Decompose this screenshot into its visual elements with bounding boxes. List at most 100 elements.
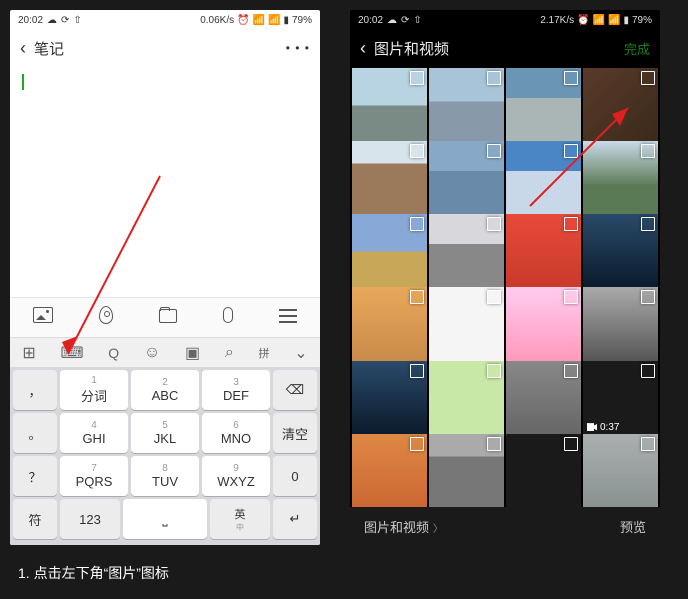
photo-thumb[interactable] [352,434,427,507]
photo-thumb[interactable] [583,214,658,289]
kb-emoji-icon[interactable]: ☺ [144,344,160,362]
select-checkbox[interactable] [487,437,501,451]
microphone-icon[interactable] [223,307,233,328]
key-6[interactable]: 6MNO [202,413,270,453]
select-checkbox[interactable] [564,144,578,158]
kb-search-icon[interactable]: Q [108,345,119,361]
kb-voice-icon[interactable]: ⌕ [225,344,234,362]
photo-thumb[interactable] [506,141,581,216]
photo-thumb[interactable] [583,141,658,216]
alarm-icon: ⏰ [237,15,249,26]
select-checkbox[interactable] [641,144,655,158]
key-4[interactable]: 4GHI [60,413,128,453]
key-7[interactable]: 7PQRS [60,456,128,496]
photo-thumb[interactable] [429,214,504,289]
location-icon[interactable] [99,306,113,329]
select-checkbox[interactable] [641,364,655,378]
photo-thumb[interactable] [352,141,427,216]
back-icon[interactable]: ‹ [20,38,26,59]
kb-keyboard-icon[interactable]: ⌨ [60,343,83,363]
done-button[interactable]: 完成 [624,39,650,58]
select-checkbox[interactable] [487,290,501,304]
album-selector[interactable]: 图片和视频〉 [364,517,443,536]
key-1[interactable]: 1分词 [60,370,128,410]
photo-thumb[interactable] [429,141,504,216]
photo-thumb[interactable] [429,361,504,436]
photo-thumb[interactable] [506,361,581,436]
photo-thumb[interactable] [506,214,581,289]
photo-thumb[interactable] [506,68,581,143]
keyboard: ， 1分词 2ABC 3DEF ⌫ 。 4GHI 5JKL 6MNO 清空 ？ … [10,367,320,545]
photo-thumb[interactable] [429,287,504,362]
select-checkbox[interactable] [564,71,578,85]
select-checkbox[interactable] [410,290,424,304]
key-lang[interactable]: 英中 [210,499,270,539]
kb-collapse-icon[interactable]: ⌄ [294,343,307,363]
image-icon[interactable] [33,307,53,328]
select-checkbox[interactable] [641,290,655,304]
battery-pct: 79% [292,15,312,26]
key-clear[interactable]: 清空 [273,413,317,453]
photo-thumb[interactable] [429,68,504,143]
video-duration: 0:37 [587,422,619,433]
select-checkbox[interactable] [410,437,424,451]
select-checkbox[interactable] [410,364,424,378]
key-9[interactable]: 9WXYZ [202,456,270,496]
sync-icon: ⟳ [61,15,69,26]
select-checkbox[interactable] [564,217,578,231]
key-8[interactable]: 8TUV [131,456,199,496]
back-icon[interactable]: ‹ [360,38,366,59]
key-comma[interactable]: ， [13,370,57,410]
select-checkbox[interactable] [564,290,578,304]
page-title: 笔记 [34,38,64,59]
note-editor[interactable] [10,66,320,297]
select-checkbox[interactable] [410,144,424,158]
key-123[interactable]: 123 [60,499,120,539]
key-backspace[interactable]: ⌫ [273,370,317,410]
key-3[interactable]: 3DEF [202,370,270,410]
select-checkbox[interactable] [641,217,655,231]
photo-thumb[interactable] [352,361,427,436]
key-period[interactable]: 。 [13,413,57,453]
select-checkbox[interactable] [410,71,424,85]
photo-thumb[interactable] [583,287,658,362]
photo-thumb[interactable] [352,68,427,143]
key-0[interactable]: 0 [273,456,317,496]
photo-thumb[interactable] [352,287,427,362]
text-cursor [22,74,24,90]
kb-clip-icon[interactable]: ▣ [185,343,200,363]
photo-thumb[interactable] [506,287,581,362]
more-icon[interactable]: • • • [286,41,310,55]
select-checkbox[interactable] [564,437,578,451]
select-checkbox[interactable] [641,71,655,85]
photo-thumb[interactable] [583,434,658,507]
key-enter[interactable]: ↵ [273,499,317,539]
phone-right-gallery: 20:02 ☁ ⟳ ⇧ 2.17K/s ⏰ 📶 📶 ▮ 79% ‹ 图片和视频 … [350,10,660,545]
kb-lang-icon[interactable]: 拼 [259,345,270,361]
note-toolbar [10,297,320,337]
select-checkbox[interactable] [641,437,655,451]
key-2[interactable]: 2ABC [131,370,199,410]
select-checkbox[interactable] [487,364,501,378]
select-checkbox[interactable] [487,144,501,158]
list-icon[interactable] [279,307,297,328]
photo-thumb[interactable] [352,214,427,289]
kb-grid-icon[interactable]: ⊞ [22,343,35,363]
key-space[interactable]: ⎵ [123,499,207,539]
chevron-right-icon: 〉 [433,524,443,535]
select-checkbox[interactable] [410,217,424,231]
select-checkbox[interactable] [487,71,501,85]
preview-button[interactable]: 预览 [620,517,646,536]
photo-thumb[interactable] [506,434,581,507]
photo-thumb[interactable] [429,434,504,507]
page-title: 图片和视频 [374,38,449,59]
key-symbol[interactable]: 符 [13,499,57,539]
key-5[interactable]: 5JKL [131,413,199,453]
select-checkbox[interactable] [564,364,578,378]
photo-thumb[interactable] [583,68,658,143]
folder-icon[interactable] [159,307,177,328]
key-question[interactable]: ？ [13,456,57,496]
wifi-icon: 📶 [608,15,620,26]
video-thumb[interactable]: 0:37 [583,361,658,436]
select-checkbox[interactable] [487,217,501,231]
